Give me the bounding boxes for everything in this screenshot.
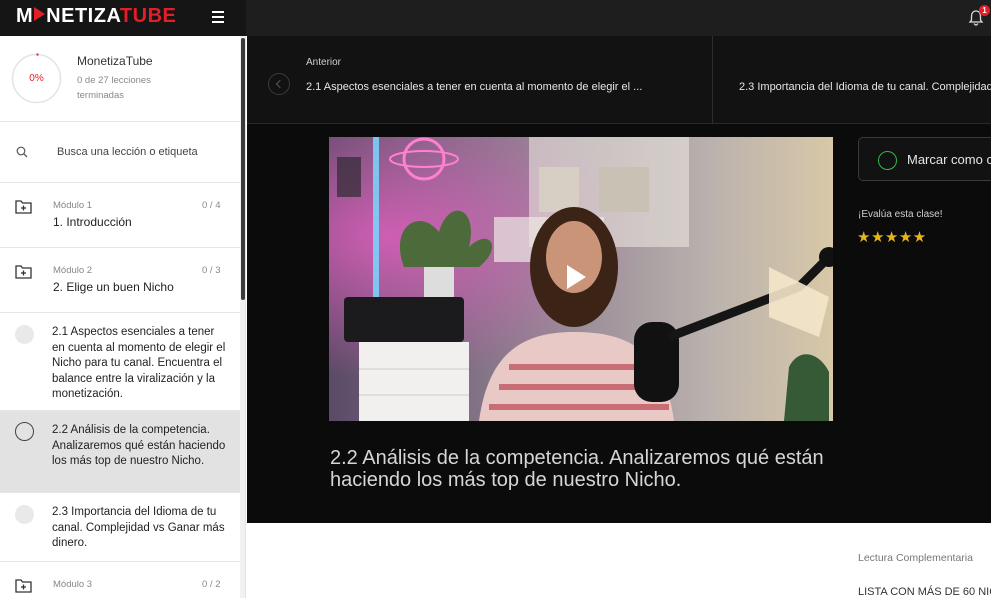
sidebar-scroll-thumb[interactable] [241, 38, 245, 300]
lesson-search[interactable]: Busca una lección o etiqueta [0, 122, 240, 183]
module-label: Módulo 1 [53, 200, 93, 211]
lesson-heading: 2.2 Análisis de la competencia. Analizar… [330, 447, 824, 491]
module-1[interactable]: Módulo 1 0 / 4 1. Introducción [0, 183, 240, 248]
logo-play-icon [34, 7, 46, 21]
previous-lesson-link[interactable]: 2.1 Aspectos esenciales a tener en cuent… [306, 81, 642, 93]
lesson-status-icon [15, 505, 34, 524]
notification-badge: 1 [979, 5, 990, 16]
lesson-status-icon [15, 325, 34, 344]
lesson-item-2-1[interactable]: 2.1 Aspectos esenciales a tener en cuent… [0, 313, 240, 411]
main-content: Anterior 2.1 Aspectos esenciales a tener… [247, 36, 991, 598]
brand-logo[interactable]: M NETIZATUBE [16, 6, 176, 26]
lesson-item-2-2[interactable]: 2.2 Análisis de la competencia. Analizar… [0, 411, 240, 493]
lessons-completed: 0 de 27 lecciones terminadas [77, 75, 151, 101]
folder-plus-icon [15, 265, 32, 279]
course-sidebar: 0% MonetizaTube 0 de 27 lecciones termin… [0, 36, 246, 598]
module-count: 0 / 2 [202, 579, 221, 590]
module-3[interactable]: Módulo 3 0 / 2 [0, 562, 240, 598]
progress-percent: 0% [29, 73, 44, 84]
mark-complete-label: Marcar como completada [907, 152, 991, 167]
star-rating[interactable]: ★★★★★ [857, 228, 927, 246]
module-2[interactable]: Módulo 2 0 / 3 2. Elige un buen Nicho [0, 248, 240, 313]
lesson-title: 2.2 Análisis de la competencia. Analizar… [52, 424, 226, 467]
search-icon [16, 146, 28, 158]
hamburger-icon[interactable] [212, 11, 224, 23]
lesson-item-2-3[interactable]: 2.3 Importancia del Idioma de tu canal. … [0, 493, 240, 562]
module-label: Módulo 3 [53, 579, 93, 590]
lesson-navigation: Anterior 2.1 Aspectos esenciales a tener… [247, 36, 991, 124]
module-title: 1. Introducción [53, 215, 132, 229]
module-label: Módulo 2 [53, 265, 93, 276]
complementary-reading-link[interactable]: LISTA CON MÁS DE 60 NICHOS [858, 586, 991, 598]
logo-word-netiza: NETIZA [46, 5, 120, 27]
search-input[interactable]: Busca una lección o etiqueta [57, 146, 198, 158]
top-bar: M NETIZATUBE 1 [0, 0, 991, 36]
folder-plus-icon [15, 579, 32, 593]
nav-divider [712, 36, 713, 124]
course-progress: 0% MonetizaTube 0 de 27 lecciones termin… [0, 36, 240, 122]
rating-label: ¡Evalúa esta clase! [858, 209, 943, 220]
app-window: M NETIZATUBE 1 0% MonetizaTube 0 de 27 le… [0, 0, 991, 598]
mark-complete-button[interactable]: Marcar como completada [858, 137, 991, 181]
logo-letter-m: M [16, 5, 34, 27]
next-lesson-link[interactable]: 2.3 Importancia del Idioma de tu canal. … [739, 81, 991, 93]
video-player[interactable] [329, 137, 833, 421]
previous-label: Anterior [306, 57, 342, 68]
lesson-title: 2.1 Aspectos esenciales a tener en cuent… [52, 326, 226, 400]
check-circle-icon [878, 151, 897, 170]
logo-area: M NETIZATUBE [0, 0, 246, 36]
complementary-reading-label: Lectura Complementaria [858, 552, 973, 564]
play-icon[interactable] [567, 265, 586, 289]
module-count: 0 / 4 [202, 200, 221, 211]
module-count: 0 / 3 [202, 265, 221, 276]
folder-plus-icon [15, 200, 32, 214]
logo-word-tube: TUBE [119, 5, 177, 27]
video-stage: 2.2 Análisis de la competencia. Analizar… [247, 124, 991, 523]
lesson-status-icon [15, 422, 34, 441]
lesson-title: 2.3 Importancia del Idioma de tu canal. … [52, 506, 225, 549]
chevron-left-icon[interactable] [268, 73, 290, 95]
course-name: MonetizaTube [77, 54, 153, 68]
module-title: 2. Elige un buen Nicho [53, 280, 174, 294]
